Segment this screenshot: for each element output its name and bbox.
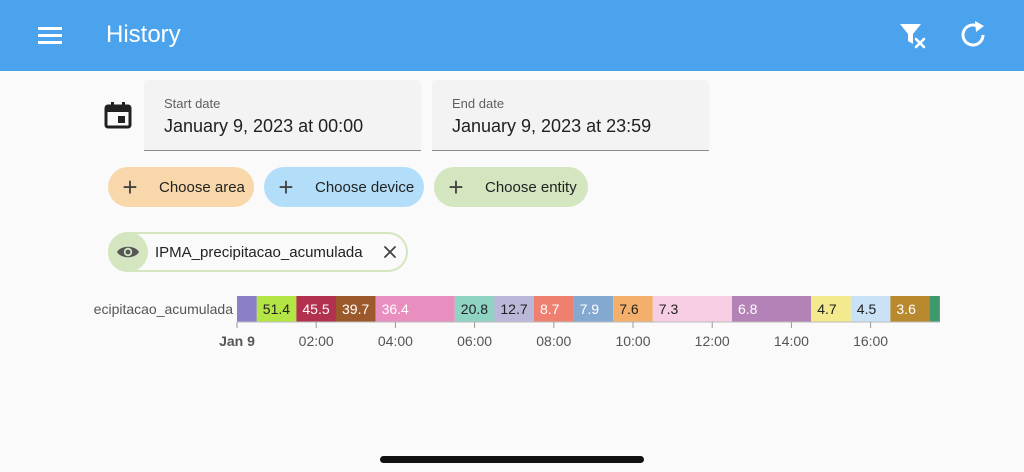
filter-remove-icon (900, 24, 926, 49)
entity-icon-wrap (108, 232, 148, 272)
start-date-label: Start date (164, 96, 221, 111)
timeline-segment-label: 20.8 (461, 301, 488, 317)
clear-filter-button[interactable] (894, 17, 934, 57)
timeline-tick-label: 12:00 (695, 333, 730, 349)
plus-icon: + (122, 171, 138, 202)
start-date-value: January 9, 2023 at 00:00 (164, 116, 364, 136)
timeline-svg: ecipitacao_acumulada 51.4 45.5 39.7 36.4 20.8… (94, 296, 940, 349)
timeline-tick-label: 16:00 (853, 333, 888, 349)
app-bar: History (0, 0, 1024, 71)
selected-entity-label: IPMA_precipitacao_acumulada (155, 244, 363, 261)
plus-icon: + (278, 171, 294, 202)
remove-entity-button[interactable] (380, 242, 400, 262)
timeline-segment-label: 4.7 (817, 301, 837, 317)
timeline-tick-label: 14:00 (774, 333, 809, 349)
timeline-segment-label: 7.9 (580, 301, 600, 317)
start-date-field[interactable]: Start date January 9, 2023 at 00:00 (144, 80, 421, 151)
selected-entity-chip[interactable]: IPMA_precipitacao_acumulada (108, 232, 408, 272)
choose-entity-label: Choose entity (485, 178, 577, 196)
end-date-field[interactable]: End date January 9, 2023 at 23:59 (432, 80, 709, 151)
timeline-tick-label: 04:00 (378, 333, 413, 349)
choose-entity-button[interactable]: + Choose entity (434, 167, 588, 207)
end-date-label: End date (452, 96, 505, 111)
timeline-tick-label: 10:00 (615, 333, 650, 349)
choose-area-button[interactable]: + Choose area (108, 167, 254, 207)
choose-device-button[interactable]: + Choose device (264, 167, 424, 207)
timeline-segment-label: 7.6 (619, 301, 639, 317)
timeline-segment-label: 3.6 (896, 301, 916, 317)
choose-device-label: Choose device (315, 178, 415, 196)
menu-icon (38, 27, 62, 44)
timeline-tick-label: Jan 9 (219, 333, 255, 349)
timeline-segment-label: 4.5 (857, 301, 877, 317)
timeline-segment-label: 39.7 (342, 301, 369, 317)
timeline-tick-label: 06:00 (457, 333, 492, 349)
timeline-segment[interactable] (237, 296, 257, 322)
timeline-segment-label: 36.4 (382, 301, 409, 317)
page-title: History (106, 21, 181, 48)
timeline-segment-label: 6.8 (738, 301, 758, 317)
timeline-segment-label: 7.3 (659, 301, 679, 317)
refresh-button[interactable] (954, 17, 994, 57)
history-timeline-chart: ecipitacao_acumulada 51.4 45.5 39.7 36.4 20.8… (0, 290, 1024, 365)
timeline-segment-label: 12.7 (500, 301, 527, 317)
eye-icon (117, 246, 139, 258)
end-date-value: January 9, 2023 at 23:59 (452, 116, 652, 136)
timeline-tick-label: 08:00 (536, 333, 571, 349)
timeline-segment-label: 45.5 (302, 301, 329, 317)
close-icon (384, 246, 396, 258)
menu-button[interactable] (30, 17, 70, 53)
refresh-icon (961, 21, 985, 47)
home-indicator (380, 456, 644, 463)
timeline-segment-label: 51.4 (263, 301, 290, 317)
timeline-row-label: ecipitacao_acumulada (94, 301, 234, 317)
timeline-tick-label: 02:00 (299, 333, 334, 349)
timeline-segment[interactable] (930, 296, 940, 322)
plus-icon: + (448, 171, 464, 202)
choose-area-label: Choose area (159, 178, 245, 196)
timeline-segment-label: 8.7 (540, 301, 560, 317)
calendar-icon[interactable] (103, 100, 133, 130)
